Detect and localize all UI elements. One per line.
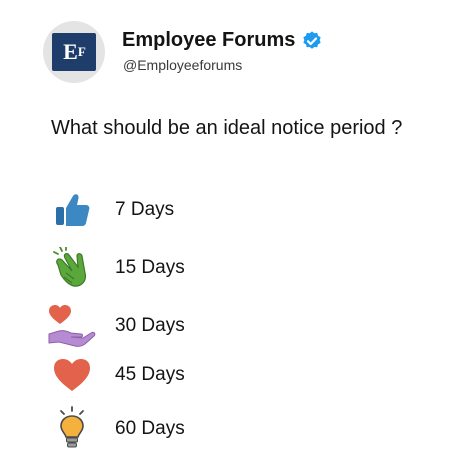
lightbulb-icon	[44, 405, 100, 453]
post-question: What should be an ideal notice period ?	[51, 117, 403, 139]
heart-icon	[44, 351, 100, 399]
option-15-days[interactable]: 15 Days	[44, 244, 444, 292]
employee-forums-logo: EF	[52, 33, 96, 71]
option-30-days[interactable]: 30 Days	[44, 302, 444, 350]
thumbs-up-icon	[44, 186, 100, 234]
option-label: 7 Days	[115, 199, 175, 220]
logo-letter: E	[63, 39, 78, 64]
clapping-hands-icon	[44, 244, 100, 292]
option-60-days[interactable]: 60 Days	[44, 405, 444, 453]
profile-avatar[interactable]: EF	[43, 21, 105, 83]
account-name[interactable]: Employee Forums	[122, 29, 295, 52]
option-label: 60 Days	[115, 418, 185, 439]
option-7-days[interactable]: 7 Days	[44, 186, 444, 234]
option-45-days[interactable]: 45 Days	[44, 351, 444, 399]
hand-with-heart-icon	[44, 302, 100, 350]
verified-badge-icon	[303, 30, 322, 49]
account-handle[interactable]: @Employeeforums	[123, 57, 242, 73]
logo-superscript: F	[77, 44, 86, 59]
option-label: 45 Days	[115, 364, 185, 385]
option-label: 30 Days	[115, 315, 185, 336]
account-name-row: Employee Forums	[122, 29, 323, 52]
option-label: 15 Days	[115, 257, 185, 278]
